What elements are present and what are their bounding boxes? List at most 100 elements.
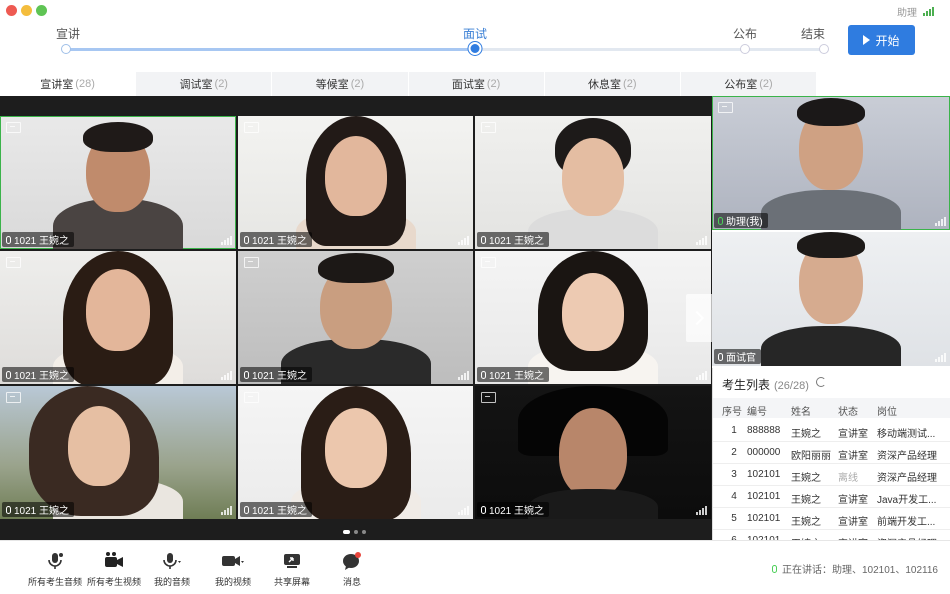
participant-name: 1021 王婉之 xyxy=(489,236,545,247)
signal-icon xyxy=(458,371,469,380)
mic-icon xyxy=(481,370,486,379)
self-video-tile[interactable]: 助理(我) xyxy=(712,96,950,230)
mic-icon xyxy=(244,235,249,244)
toolbar-label: 共享屏幕 xyxy=(273,577,310,587)
table-row[interactable]: 2 000000 欧阳丽丽 宣讲室 资深产品经理 xyxy=(713,442,950,464)
stage-node-current xyxy=(468,42,482,55)
table-cell: 000000 xyxy=(747,447,781,458)
mic-icon xyxy=(6,505,11,514)
message-icon xyxy=(322,551,382,571)
page-dot[interactable] xyxy=(343,530,350,534)
video-tile[interactable]: 1021 王婉之 xyxy=(238,251,473,384)
tab-label: 休息室 xyxy=(588,79,622,91)
table-row[interactable]: 4 102101 王婉之 宣讲室 Java开发工... xyxy=(713,486,950,508)
stage-label: 面试 xyxy=(462,27,488,41)
bottom-toolbar: 所有考生音频 所有考生视频 我的音频 我的视频 共享屏幕 消息 正在讲话：助理、… xyxy=(0,540,950,594)
signal-icon xyxy=(221,236,232,245)
toolbar-label: 消息 xyxy=(342,577,361,587)
video-grid: 1021 王婉之 1021 王婉之 1021 王婉之 1021 王婉之 1021… xyxy=(0,96,712,540)
mic-icon xyxy=(142,551,202,571)
screen-share-icon xyxy=(6,122,21,133)
tab-label: 公布室 xyxy=(724,79,758,91)
tab-lecture-room[interactable]: 宣讲室 (28) xyxy=(0,72,137,96)
mic-icon xyxy=(244,370,249,379)
table-cell: 王婉之 xyxy=(791,517,821,528)
video-tile[interactable]: 1021 王婉之 xyxy=(475,251,711,384)
refresh-icon[interactable] xyxy=(816,377,826,387)
participant-tag: 1021 王婉之 xyxy=(2,502,75,517)
video-tile[interactable]: 1021 王婉之 xyxy=(0,116,236,249)
close-window-button[interactable] xyxy=(6,5,17,16)
table-cell: 888888 xyxy=(747,425,781,436)
tab-announce-room[interactable]: 公布室 (2) xyxy=(680,72,818,96)
tab-debug-room[interactable]: 调试室 (2) xyxy=(136,72,273,96)
table-row[interactable]: 5 102101 王婉之 宣讲室 前端开发工... xyxy=(713,508,950,530)
person-face xyxy=(324,136,387,216)
next-page-button[interactable] xyxy=(686,294,712,342)
toolbar-label: 我的视频 xyxy=(214,577,251,587)
tab-interview-room[interactable]: 面试室 (2) xyxy=(408,72,545,96)
my-video-button[interactable]: 我的视频 xyxy=(203,551,263,588)
table-cell: 王婉之 xyxy=(791,429,821,440)
mic-icon xyxy=(481,505,486,514)
participant-name: 助理(我) xyxy=(726,217,763,228)
person-hair xyxy=(797,98,865,126)
table-row[interactable]: 3 102101 王婉之 离线 资深产品经理 xyxy=(713,464,950,486)
minimize-window-button[interactable] xyxy=(21,5,32,16)
tab-count: (28) xyxy=(75,78,95,90)
stage-track-fill xyxy=(66,48,475,51)
all-candidates-audio-button[interactable]: 所有考生音频 xyxy=(25,551,85,588)
video-tile[interactable]: 1021 王婉之 xyxy=(0,386,236,519)
participant-name: 1021 王婉之 xyxy=(489,371,545,382)
video-tile[interactable]: 1021 王婉之 xyxy=(238,116,473,249)
tab-label: 面试室 xyxy=(451,79,485,91)
tab-rest-room[interactable]: 休息室 (2) xyxy=(544,72,681,96)
table-cell: 资深产品经理 xyxy=(877,451,937,462)
table-cell: Java开发工... xyxy=(877,495,937,506)
stage-node xyxy=(740,44,750,54)
tab-waiting-room[interactable]: 等候室 (2) xyxy=(272,72,409,96)
all-candidates-video-button[interactable]: 所有考生视频 xyxy=(84,551,144,588)
video-tile[interactable]: 1021 王婉之 xyxy=(475,116,711,249)
play-icon xyxy=(863,35,871,45)
mic-icon xyxy=(6,235,11,244)
screen-share-icon xyxy=(244,392,259,403)
candidate-list-title-text: 考生列表 xyxy=(722,378,771,392)
table-cell-offline: 离线 xyxy=(838,473,858,484)
participant-tag: 面试官 xyxy=(714,349,761,364)
interviewer-video-tile[interactable]: 面试官 xyxy=(712,232,950,366)
screen-share-icon xyxy=(481,257,496,268)
messages-button[interactable]: 消息 xyxy=(322,551,382,588)
camera-all-icon xyxy=(84,551,144,571)
video-tile[interactable]: 1021 王婉之 xyxy=(0,251,236,384)
person-face xyxy=(562,138,624,216)
participant-name: 1021 王婉之 xyxy=(489,506,545,517)
participant-tag: 1021 王婉之 xyxy=(477,232,550,247)
column-header: 编号 xyxy=(747,407,767,418)
screen-share-icon xyxy=(481,392,496,403)
stage-node xyxy=(61,44,71,54)
participant-name: 1021 王婉之 xyxy=(252,506,308,517)
speaking-indicator: 正在讲话：助理、102101、102116 xyxy=(772,561,938,576)
page-dot[interactable] xyxy=(362,530,366,534)
share-screen-button[interactable]: 共享屏幕 xyxy=(262,551,322,588)
signal-icon xyxy=(696,506,707,515)
toolbar-label: 我的音频 xyxy=(153,577,190,587)
table-cell: 宣讲室 xyxy=(838,429,868,440)
start-button[interactable]: 开始 xyxy=(848,25,915,55)
speaking-mic-icon xyxy=(772,564,777,573)
title-bar: 助理 xyxy=(0,0,950,20)
page-dot[interactable] xyxy=(354,530,358,534)
mic-icon xyxy=(718,352,723,361)
candidate-table-header: 序号 编号 姓名 状态 岗位 xyxy=(713,398,950,418)
video-tile[interactable]: 1021 王婉之 xyxy=(238,386,473,519)
maximize-window-button[interactable] xyxy=(36,5,47,16)
stage-label: 宣讲 xyxy=(55,27,81,41)
my-audio-button[interactable]: 我的音频 xyxy=(142,551,202,588)
screen-share-icon xyxy=(244,257,259,268)
signal-icon xyxy=(221,506,232,515)
room-tabs: 宣讲室 (28) 调试室 (2) 等候室 (2) 面试室 (2) 休息室 (2) 公布室(… xyxy=(0,72,818,96)
table-row[interactable]: 1 888888 王婉之 宣讲室 移动端测试... xyxy=(713,420,950,442)
screen-share-icon xyxy=(6,257,21,268)
video-tile[interactable]: 1021 王婉之 xyxy=(475,386,711,519)
